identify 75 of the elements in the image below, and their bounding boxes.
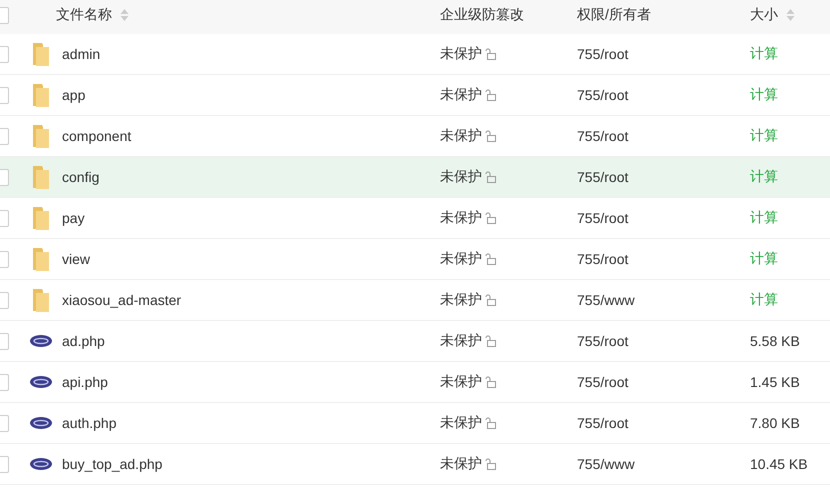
permission-owner: 755/root: [577, 46, 628, 62]
permission-owner: 755/root: [577, 169, 628, 185]
column-header: 文件名称: [56, 6, 112, 24]
file-name[interactable]: pay: [62, 210, 85, 226]
unlock-icon[interactable]: [484, 335, 496, 347]
file-size: 7.80 KB: [750, 415, 800, 431]
unlock-icon[interactable]: [484, 376, 496, 388]
unlock-icon[interactable]: [484, 294, 496, 306]
table-row[interactable]: config 未保护 755/root 计算: [0, 157, 830, 198]
table-row[interactable]: ad.php 未保护 755/root 5.58 KB: [0, 321, 830, 362]
unlock-icon[interactable]: [484, 89, 496, 101]
protection-status: 未保护: [440, 332, 482, 350]
file-name[interactable]: auth.php: [62, 415, 116, 431]
sort-icon[interactable]: [786, 8, 795, 22]
permission-owner: 755/root: [577, 374, 628, 390]
permission-owner: 755/root: [577, 87, 628, 103]
table-row[interactable]: xiaosou_ad-master 未保护 755/www 计算: [0, 280, 830, 321]
protection-status: 未保护: [440, 45, 482, 63]
unlock-icon[interactable]: [484, 171, 496, 183]
file-name[interactable]: app: [62, 87, 86, 103]
file-name[interactable]: ad.php: [62, 333, 105, 349]
protection-status: 未保护: [440, 291, 482, 309]
folder-icon: [30, 246, 52, 272]
protection-status: 未保护: [440, 209, 482, 227]
table-row[interactable]: auth.php 未保护 755/root 7.80 KB: [0, 403, 830, 444]
unlock-icon[interactable]: [484, 48, 496, 60]
php-file-icon: [30, 376, 52, 388]
unlock-icon[interactable]: [484, 417, 496, 429]
protection-status: 未保护: [440, 86, 482, 104]
folder-icon: [30, 82, 52, 108]
table-row[interactable]: admin 未保护 755/root 计算: [0, 34, 830, 75]
unlock-icon[interactable]: [484, 253, 496, 265]
folder-icon: [30, 205, 52, 231]
table-row[interactable]: api.php 未保护 755/root 1.45 KB: [0, 362, 830, 403]
protection-status: 未保护: [440, 168, 482, 186]
protection-status: 未保护: [440, 250, 482, 268]
php-file-icon: [30, 335, 52, 347]
column-header: 大小: [750, 6, 778, 24]
protection-status: 未保护: [440, 455, 482, 473]
table-row[interactable]: buy_top_ad.php 未保护 755/www 10.45 KB: [0, 444, 830, 485]
column-header: 权限/所有者: [577, 6, 651, 24]
permission-owner: 755/root: [577, 251, 628, 267]
permission-owner: 755/www: [577, 456, 635, 472]
file-size: 10.45 KB: [750, 456, 808, 472]
protection-status: 未保护: [440, 414, 482, 432]
php-file-icon: [30, 458, 52, 470]
protection-status: 未保护: [440, 127, 482, 145]
unlock-icon[interactable]: [484, 458, 496, 470]
table-row[interactable]: pay 未保护 755/root 计算: [0, 198, 830, 239]
permission-owner: 755/root: [577, 415, 628, 431]
permission-owner: 755/www: [577, 292, 635, 308]
folder-icon: [30, 164, 52, 190]
permission-owner: 755/root: [577, 333, 628, 349]
table-row[interactable]: app 未保护 755/root 计算: [0, 75, 830, 116]
sort-icon[interactable]: [120, 8, 129, 22]
protection-status: 未保护: [440, 373, 482, 391]
folder-icon: [30, 123, 52, 149]
table-row[interactable]: view 未保护 755/root 计算: [0, 239, 830, 280]
folder-icon: [30, 41, 52, 67]
permission-owner: 755/root: [577, 128, 628, 144]
unlock-icon[interactable]: [484, 212, 496, 224]
file-name[interactable]: component: [62, 128, 132, 144]
file-name[interactable]: xiaosou_ad-master: [62, 292, 182, 308]
php-file-icon: [30, 417, 52, 429]
column-header: 企业级防篡改: [440, 6, 524, 24]
file-name[interactable]: config: [62, 169, 100, 185]
folder-icon: [30, 287, 52, 313]
file-size: 5.58 KB: [750, 333, 800, 349]
file-name[interactable]: buy_top_ad.php: [62, 456, 162, 472]
file-name[interactable]: view: [62, 251, 90, 267]
permission-owner: 755/root: [577, 210, 628, 226]
file-size: 1.45 KB: [750, 374, 800, 390]
file-name[interactable]: admin: [62, 46, 100, 62]
file-name[interactable]: api.php: [62, 374, 108, 390]
unlock-icon[interactable]: [484, 130, 496, 142]
